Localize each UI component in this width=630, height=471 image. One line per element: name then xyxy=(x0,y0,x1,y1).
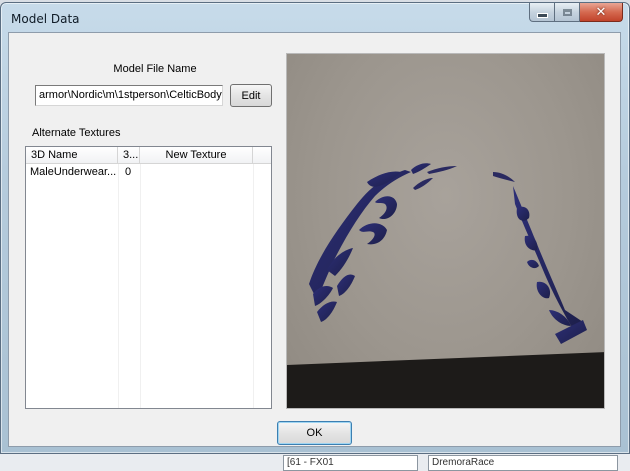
cell-3d-name: MaleUnderwear... xyxy=(30,166,117,178)
column-divider xyxy=(253,164,254,408)
background-field-left: [61 - FX01 xyxy=(283,455,418,471)
cell-index: 0 xyxy=(125,166,132,178)
alternate-textures-list[interactable]: 3D Name 3... New Texture MaleUnderwear..… xyxy=(25,146,272,409)
edit-button[interactable]: Edit xyxy=(230,84,272,107)
model-file-name-label: Model File Name xyxy=(113,63,197,75)
close-button[interactable]: ✕ xyxy=(580,3,623,22)
close-icon: ✕ xyxy=(595,4,607,20)
model-render xyxy=(287,163,604,408)
floor-plane xyxy=(287,352,604,408)
tattoo-right-arm xyxy=(513,186,587,344)
window-title: Model Data xyxy=(11,12,80,26)
table-row[interactable]: MaleUnderwear... 0 xyxy=(26,164,271,181)
list-header: 3D Name 3... New Texture xyxy=(26,147,271,164)
column-divider xyxy=(118,164,119,408)
model-file-name-input[interactable]: armor\Nordic\m\1stperson\CelticBody xyxy=(35,85,223,106)
column-header-index[interactable]: 3... xyxy=(118,147,140,164)
background-field-right: DremoraRace xyxy=(428,455,618,471)
maximize-icon xyxy=(562,8,572,16)
list-body: MaleUnderwear... 0 xyxy=(26,164,271,408)
cell-new-texture xyxy=(140,164,253,181)
minimize-icon xyxy=(536,12,548,18)
column-header-new-texture[interactable]: New Texture xyxy=(140,147,253,164)
maximize-button[interactable] xyxy=(555,3,580,22)
column-header-filler xyxy=(253,147,271,164)
model-preview-viewport[interactable] xyxy=(286,53,605,409)
title-bar[interactable]: Model Data ✕ xyxy=(1,3,629,33)
caption-buttons: ✕ xyxy=(529,3,623,23)
ok-button[interactable]: OK xyxy=(277,421,352,445)
column-header-3d-name[interactable]: 3D Name xyxy=(26,147,118,164)
tattoo-left-arm xyxy=(309,163,431,322)
model-data-dialog: Model Data ✕ Model File Name armor\Nordi… xyxy=(0,2,630,454)
minimize-button[interactable] xyxy=(529,3,555,22)
tattoo-shoulder-marks xyxy=(413,166,515,190)
alternate-textures-label: Alternate Textures xyxy=(32,127,121,139)
dialog-client-area: Model File Name armor\Nordic\m\1stperson… xyxy=(8,32,621,447)
column-divider xyxy=(140,164,141,408)
